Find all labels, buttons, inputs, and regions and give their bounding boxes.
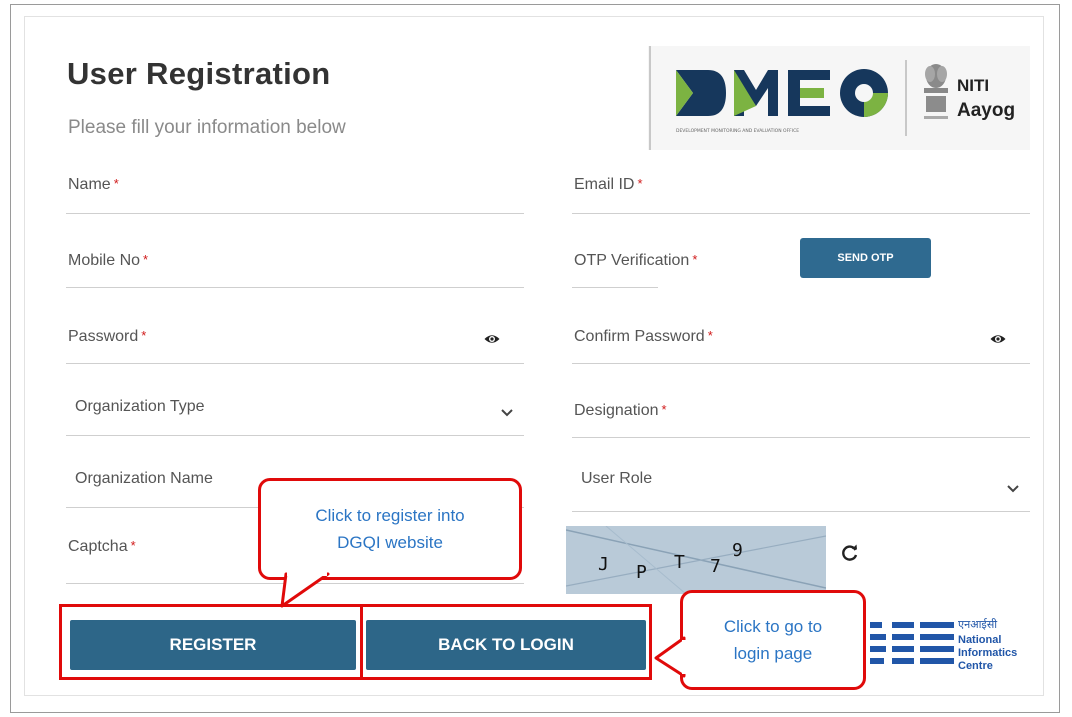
page-subtitle: Please fill your information below	[68, 117, 346, 138]
nic-logo: एनआईसी National Informatics Centre	[870, 618, 1017, 672]
confirm-password-input[interactable]	[572, 318, 1030, 364]
user-role-select[interactable]	[572, 462, 1030, 512]
login-callout-pointer	[654, 636, 690, 678]
register-highlight	[59, 604, 363, 680]
eye-icon[interactable]	[484, 333, 500, 345]
page-title: User Registration	[67, 56, 331, 91]
svg-text:एनआईसी: एनआईसी	[958, 618, 997, 631]
back-to-login-highlight	[360, 604, 652, 680]
chevron-down-icon[interactable]	[1006, 484, 1020, 494]
dmeo-tagline: DEVELOPMENT MONITORING AND EVALUATION OF…	[676, 128, 799, 134]
svg-text:National: National	[958, 634, 1001, 646]
svg-text:Aayog: Aayog	[957, 100, 1015, 121]
eye-icon[interactable]	[990, 333, 1006, 345]
mobile-input[interactable]	[66, 244, 524, 288]
login-callout: Click to go to login page	[680, 590, 866, 690]
name-input[interactable]	[66, 170, 524, 214]
captcha-image: J P T 7 9	[566, 526, 826, 594]
email-input[interactable]	[572, 170, 1030, 214]
organization-type-label: Organization Type	[75, 398, 205, 415]
chevron-down-icon[interactable]	[500, 408, 514, 418]
captcha-char: 9	[732, 540, 743, 561]
password-input[interactable]	[66, 318, 524, 364]
refresh-icon[interactable]	[840, 543, 860, 563]
send-otp-button[interactable]: SEND OTP	[800, 238, 931, 278]
national-emblem-icon	[924, 64, 948, 119]
captcha-char: T	[674, 552, 685, 573]
captcha-char: 7	[710, 556, 721, 577]
register-callout-pointer	[280, 570, 330, 608]
svg-text:NITI: NITI	[957, 76, 989, 95]
dmeo-niti-logo: DEVELOPMENT MONITORING AND EVALUATION OF…	[648, 46, 1030, 150]
captcha-char: J	[598, 554, 609, 575]
captcha-char: P	[636, 562, 647, 583]
register-callout: Click to register into DGQI website	[258, 478, 522, 580]
otp-input[interactable]	[572, 244, 658, 288]
designation-input[interactable]	[572, 392, 1030, 438]
svg-text:Informatics: Informatics	[958, 647, 1017, 659]
svg-text:Centre: Centre	[958, 660, 993, 672]
